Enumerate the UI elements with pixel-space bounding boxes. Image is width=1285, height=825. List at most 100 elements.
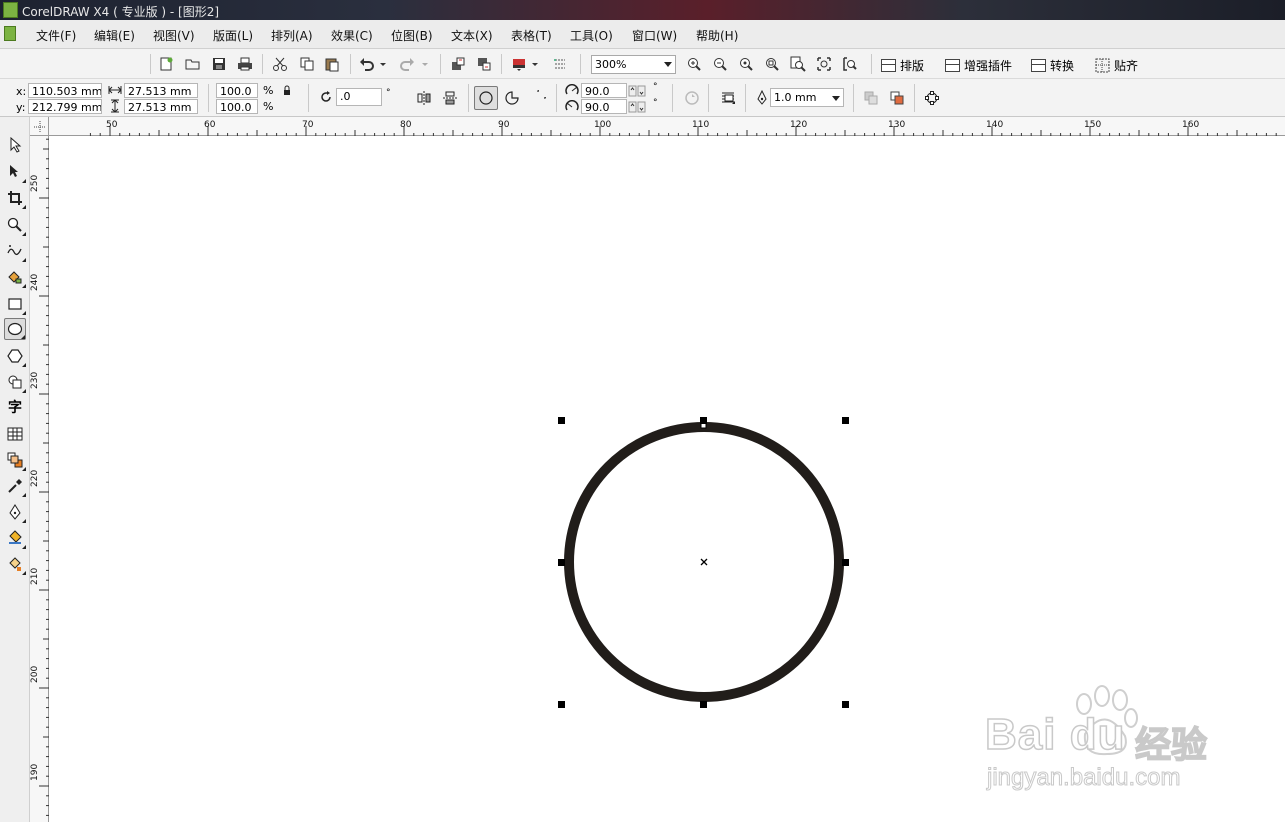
zoom-tool[interactable] bbox=[4, 214, 26, 236]
interactive-blend-tool[interactable] bbox=[4, 449, 26, 471]
new-document-icon[interactable] bbox=[156, 54, 176, 74]
ruler-label: 160 bbox=[1182, 120, 1200, 130]
direction-toggle-icon[interactable] bbox=[682, 88, 702, 108]
zoom-to-selected-icon[interactable] bbox=[736, 54, 756, 74]
ellipse-mode-button[interactable] bbox=[474, 86, 498, 110]
redo-icon[interactable] bbox=[397, 54, 417, 74]
toolbar-separator bbox=[501, 54, 502, 74]
pick-tool[interactable] bbox=[4, 134, 26, 156]
y-position-field[interactable]: 212.799 mm bbox=[28, 99, 102, 114]
freehand-tool[interactable] bbox=[4, 240, 26, 262]
crop-tool[interactable] bbox=[4, 187, 26, 209]
outline-width-select[interactable]: 1.0 mm bbox=[770, 88, 844, 107]
zoom-in-icon[interactable] bbox=[684, 54, 704, 74]
plugin-label: 增强插件 bbox=[964, 58, 1013, 73]
cut-icon[interactable] bbox=[270, 54, 290, 74]
menu-window[interactable]: 窗口(W) bbox=[632, 27, 677, 44]
end-angle-field[interactable]: 90.0 bbox=[581, 99, 627, 114]
save-icon[interactable] bbox=[209, 54, 229, 74]
zoom-to-page-height-icon[interactable] bbox=[840, 54, 860, 74]
document-icon[interactable] bbox=[4, 26, 16, 41]
lock-ratio-icon[interactable] bbox=[280, 83, 294, 99]
eyedropper-tool[interactable] bbox=[4, 475, 26, 497]
selection-handle-middle-left[interactable] bbox=[558, 559, 565, 566]
scale-y-field[interactable]: 100.0 bbox=[216, 99, 258, 114]
rectangle-tool[interactable] bbox=[4, 293, 26, 315]
convert-to-curves-icon[interactable] bbox=[922, 88, 942, 108]
undo-icon[interactable] bbox=[357, 54, 377, 74]
selected-circle-object[interactable] bbox=[550, 410, 860, 715]
arc-mode-icon[interactable] bbox=[528, 88, 548, 108]
text-tool[interactable]: 字 bbox=[4, 396, 26, 418]
undo-dropdown-chevron-down-icon[interactable] bbox=[378, 54, 388, 74]
table-tool[interactable] bbox=[4, 423, 26, 445]
application-launcher-icon[interactable] bbox=[509, 54, 529, 74]
smart-fill-tool[interactable] bbox=[4, 266, 26, 288]
to-back-icon[interactable] bbox=[861, 88, 881, 108]
welcome-screen-icon[interactable] bbox=[550, 54, 570, 74]
zoom-level-select[interactable]: 300% bbox=[591, 55, 676, 74]
mirror-vertical-icon[interactable] bbox=[440, 88, 460, 108]
plugin-convert-button[interactable]: 转换 bbox=[1031, 55, 1074, 75]
start-angle-icon bbox=[563, 82, 581, 98]
zoom-out-icon[interactable] bbox=[710, 54, 730, 74]
start-angle-spinner-icon[interactable] bbox=[627, 83, 647, 98]
menu-help[interactable]: 帮助(H) bbox=[696, 27, 738, 44]
fill-tool[interactable] bbox=[4, 527, 26, 549]
outline-tool[interactable] bbox=[4, 501, 26, 523]
open-folder-icon[interactable] bbox=[183, 54, 203, 74]
toolbar-separator bbox=[468, 84, 469, 112]
object-height-field[interactable]: 27.513 mm bbox=[124, 99, 198, 114]
selection-handle-top-right[interactable] bbox=[842, 417, 849, 424]
mirror-horizontal-icon[interactable] bbox=[414, 88, 434, 108]
menu-bitmaps[interactable]: 位图(B) bbox=[391, 27, 433, 44]
selection-handle-bottom-center[interactable] bbox=[700, 701, 707, 708]
import-icon[interactable] bbox=[448, 54, 468, 74]
copy-icon[interactable] bbox=[297, 54, 317, 74]
plugin-enhance-button[interactable]: 增强插件 bbox=[945, 55, 1012, 75]
selection-handle-middle-right[interactable] bbox=[842, 559, 849, 566]
menu-edit[interactable]: 编辑(E) bbox=[94, 27, 135, 44]
selection-handle-top-left[interactable] bbox=[558, 417, 565, 424]
basic-shapes-tool[interactable] bbox=[4, 371, 26, 393]
plugin-snap-button[interactable]: 贴齐 bbox=[1095, 55, 1138, 75]
zoom-to-page-width-icon[interactable] bbox=[814, 54, 834, 74]
zoom-to-all-objects-icon[interactable] bbox=[762, 54, 782, 74]
menu-text[interactable]: 文本(X) bbox=[451, 27, 493, 44]
plugin-label: 排版 bbox=[900, 58, 925, 73]
selection-handle-bottom-left[interactable] bbox=[558, 701, 565, 708]
plugin-layout-button[interactable]: 排版 bbox=[881, 55, 924, 75]
export-icon[interactable] bbox=[474, 54, 494, 74]
object-width-field[interactable]: 27.513 mm bbox=[124, 83, 198, 98]
start-angle-field[interactable]: 90.0 bbox=[581, 83, 627, 98]
x-position-field[interactable]: 110.503 mm bbox=[28, 83, 102, 98]
paste-icon[interactable] bbox=[322, 54, 342, 74]
coreldraw-app-icon[interactable] bbox=[3, 2, 18, 18]
to-front-icon[interactable] bbox=[887, 88, 907, 108]
rotate-icon bbox=[317, 88, 335, 106]
menu-arrange[interactable]: 排列(A) bbox=[271, 27, 313, 44]
menu-layout[interactable]: 版面(L) bbox=[213, 27, 253, 44]
wrap-text-icon[interactable] bbox=[718, 88, 738, 108]
flyout-corner-icon bbox=[22, 258, 26, 262]
menu-file[interactable]: 文件(F) bbox=[36, 27, 76, 44]
scale-x-field[interactable]: 100.0 bbox=[216, 83, 258, 98]
polygon-tool[interactable] bbox=[4, 345, 26, 367]
selection-handle-bottom-right[interactable] bbox=[842, 701, 849, 708]
menu-view[interactable]: 视图(V) bbox=[153, 27, 195, 44]
ellipse-tool[interactable] bbox=[4, 318, 26, 340]
zoom-to-page-icon[interactable] bbox=[788, 54, 808, 74]
print-icon[interactable] bbox=[235, 54, 255, 74]
end-angle-spinner-icon[interactable] bbox=[627, 99, 647, 114]
selection-handle-top-center[interactable] bbox=[700, 417, 707, 424]
rotation-angle-field[interactable]: .0 bbox=[336, 88, 382, 106]
menu-table[interactable]: 表格(T) bbox=[511, 27, 552, 44]
ruler-origin[interactable] bbox=[30, 117, 49, 136]
launcher-dropdown-chevron-down-icon[interactable] bbox=[530, 54, 540, 74]
shape-tool[interactable] bbox=[4, 161, 26, 183]
pie-mode-icon[interactable] bbox=[502, 88, 522, 108]
menu-tools[interactable]: 工具(O) bbox=[570, 27, 613, 44]
menu-effects[interactable]: 效果(C) bbox=[331, 27, 373, 44]
interactive-fill-tool[interactable] bbox=[4, 553, 26, 575]
redo-dropdown-chevron-down-icon[interactable] bbox=[420, 54, 430, 74]
